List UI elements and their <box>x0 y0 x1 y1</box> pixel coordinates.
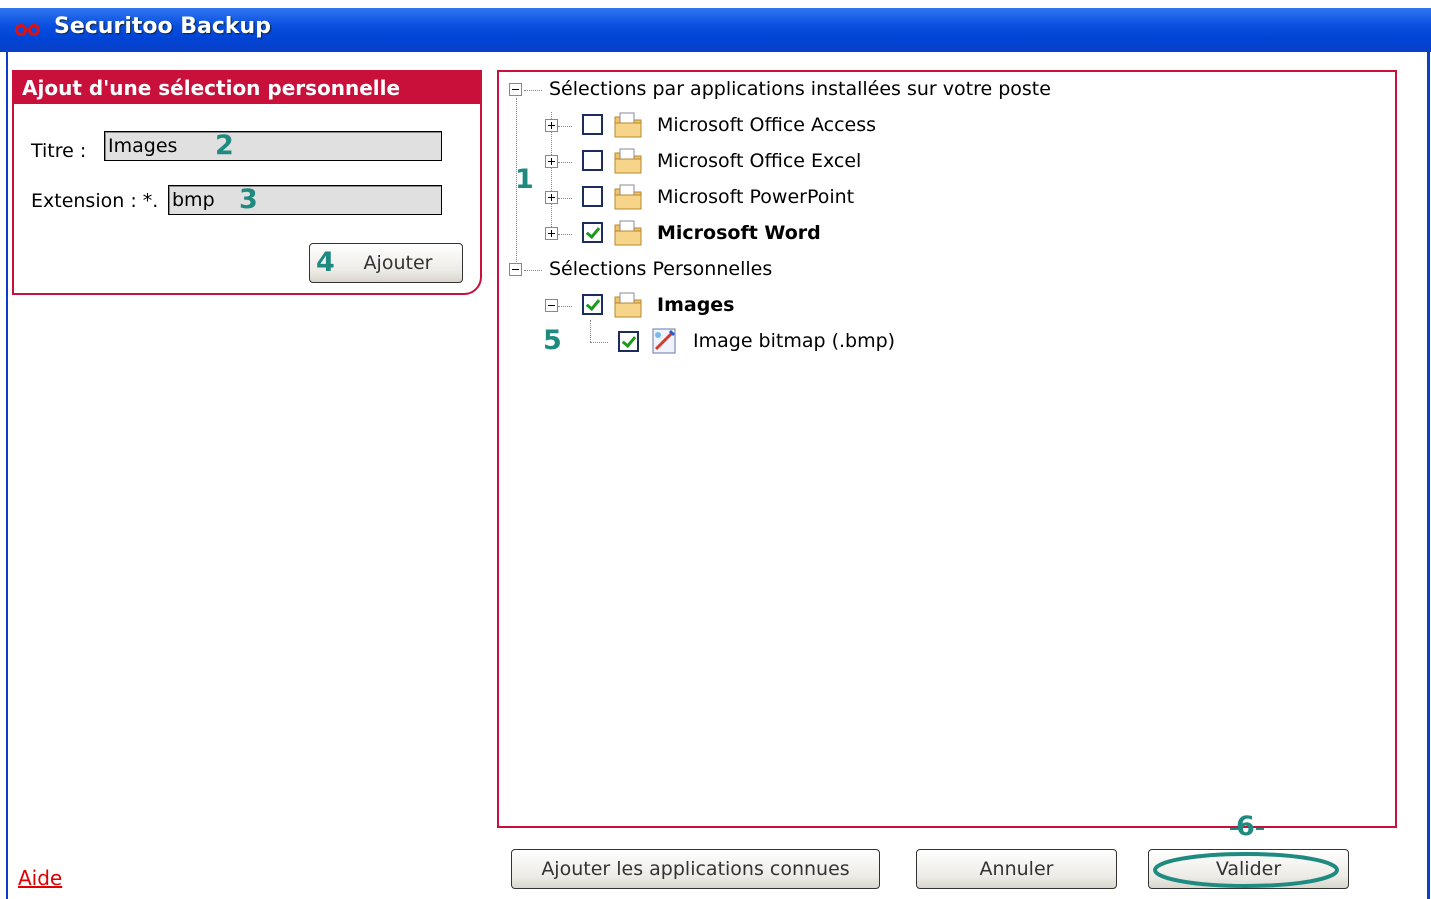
cancel-button[interactable]: Annuler <box>916 849 1117 889</box>
title-bar[interactable]: Securitoo Backup <box>0 8 1431 52</box>
powerpoint-checkbox[interactable] <box>582 186 603 207</box>
group1-label: Sélections par applications installées s… <box>549 78 1051 100</box>
word-checkbox[interactable] <box>582 222 603 243</box>
app-window: Securitoo Backup Ajout d'une sélection p… <box>0 0 1431 899</box>
group2-label: Sélections Personnelles <box>549 258 773 280</box>
add-known-apps-label: Ajouter les applications connues <box>541 858 850 880</box>
folder-icon <box>614 112 642 138</box>
help-link[interactable]: Aide <box>18 866 62 890</box>
cancel-label: Annuler <box>979 858 1054 880</box>
tree-item-bitmap[interactable]: Image bitmap (.bmp) <box>693 330 895 352</box>
title-label: Titre : <box>31 140 87 162</box>
window-title: Securitoo Backup <box>54 14 271 39</box>
folder-icon <box>614 148 642 174</box>
annotation-3: 3 <box>239 184 258 215</box>
tree-line <box>558 234 572 235</box>
tree-item-word[interactable]: Microsoft Word <box>657 222 821 244</box>
title-input[interactable]: Images <box>104 131 442 161</box>
tree-line <box>558 306 572 307</box>
bitmap-image-icon <box>652 328 676 354</box>
expand-powerpoint-icon[interactable] <box>545 191 558 204</box>
annotation-5: 5 <box>543 325 562 356</box>
annotation-6: 6 <box>1236 811 1255 842</box>
annotation-1: 1 <box>515 164 534 195</box>
annotation-4: 4 <box>316 247 335 278</box>
tree-line <box>558 198 572 199</box>
bitmap-checkbox[interactable] <box>618 331 639 352</box>
tree-line <box>524 270 542 271</box>
tree-item-access[interactable]: Microsoft Office Access <box>657 114 876 136</box>
tree-item-excel[interactable]: Microsoft Office Excel <box>657 150 861 172</box>
tree-item-powerpoint[interactable]: Microsoft PowerPoint <box>657 186 854 208</box>
expand-access-icon[interactable] <box>545 119 558 132</box>
add-known-apps-button[interactable]: Ajouter les applications connues <box>511 849 880 889</box>
expand-word-icon[interactable] <box>545 227 558 240</box>
expand-excel-icon[interactable] <box>545 155 558 168</box>
annotation-2: 2 <box>215 130 234 161</box>
tree-line <box>558 162 572 163</box>
images-checkbox[interactable] <box>582 294 603 315</box>
extension-label: Extension : *. <box>31 190 159 212</box>
add-panel-header: Ajout d'une sélection personnelle <box>14 72 480 104</box>
folder-icon <box>614 220 642 246</box>
tree-line <box>524 90 542 91</box>
excel-checkbox[interactable] <box>582 150 603 171</box>
collapse-images-icon[interactable] <box>545 299 558 312</box>
add-button-label: Ajouter <box>363 252 433 274</box>
tree-line <box>558 126 572 127</box>
tree-item-images[interactable]: Images <box>657 294 734 316</box>
securitoo-logo-icon <box>15 24 40 36</box>
tree-line <box>590 320 591 342</box>
extension-input[interactable]: bmp <box>168 185 442 215</box>
folder-icon <box>614 292 642 318</box>
access-checkbox[interactable] <box>582 114 603 135</box>
collapse-group1-icon[interactable] <box>509 83 522 96</box>
tree-line <box>590 342 608 343</box>
collapse-group2-icon[interactable] <box>509 263 522 276</box>
folder-icon <box>614 184 642 210</box>
